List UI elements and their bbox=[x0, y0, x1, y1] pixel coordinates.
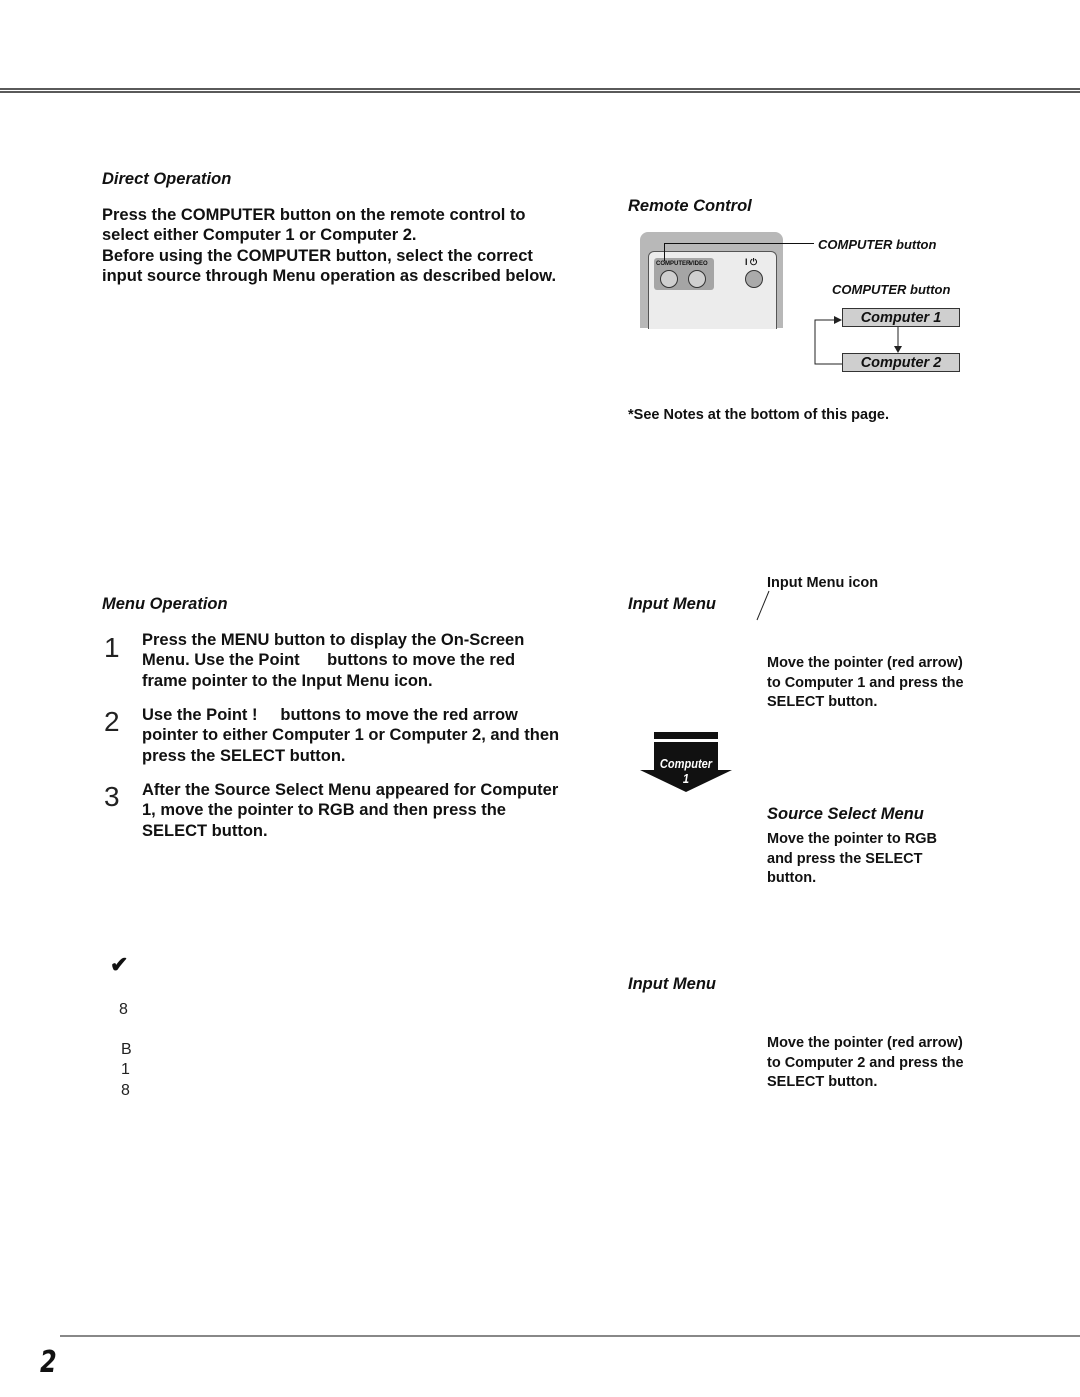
instruction-line: Move the pointer to RGB bbox=[767, 831, 937, 847]
computer-button[interactable] bbox=[660, 270, 678, 288]
note-glyph: 8 bbox=[121, 1082, 130, 1099]
step-line: Menu. Use the Point buttons to move the … bbox=[142, 651, 516, 670]
paragraph-line: Press the COMPUTER button on the remote … bbox=[102, 206, 526, 224]
source-select-menu-heading: Source Select Menu bbox=[767, 805, 924, 823]
see-notes-text: *See Notes at the bottom of this page. bbox=[628, 407, 890, 423]
step-number: 3 bbox=[104, 781, 120, 812]
computer-button-label: COMPUTER bbox=[656, 261, 691, 267]
instruction-line: SELECT button. bbox=[767, 1074, 878, 1090]
arrow-label-line: 1 bbox=[682, 771, 690, 786]
video-button-label: VIDEO bbox=[689, 261, 708, 267]
input-menu-heading: Input Menu bbox=[628, 595, 716, 613]
instruction-line: and press the SELECT bbox=[767, 850, 923, 867]
flow-arrows bbox=[814, 316, 902, 365]
video-button[interactable] bbox=[688, 270, 706, 288]
input-menu-heading: Input Menu bbox=[628, 975, 716, 993]
callout-leader-line bbox=[664, 243, 814, 244]
callout-leader-line bbox=[664, 243, 665, 261]
paragraph-line: select either Computer 1 or Computer 2. bbox=[102, 226, 417, 245]
header-rule bbox=[0, 91, 1080, 93]
step-text: Use the Point ! buttons to move the red … bbox=[142, 705, 602, 766]
paragraph-line: Before using the COMPUTER button, select… bbox=[102, 246, 533, 265]
source-select-instruction: Move the pointer to RGB and press the SE… bbox=[767, 830, 937, 889]
input-menu-instruction: Move the pointer (red arrow) to Computer… bbox=[767, 1034, 964, 1093]
step-number: 2 bbox=[104, 706, 120, 737]
callout-leader-line bbox=[756, 590, 770, 621]
step-line: pointer to either Computer 1 or Computer… bbox=[142, 726, 560, 745]
arrow-label-line: Computer bbox=[659, 756, 713, 771]
instruction-line: to Computer 2 and press the bbox=[767, 1054, 964, 1071]
step-line: After the Source Select Menu appeared fo… bbox=[142, 781, 559, 799]
step-text: After the Source Select Menu appeared fo… bbox=[142, 780, 602, 841]
down-arrow-label: Computer 1 bbox=[647, 756, 725, 786]
paragraph-line: input source through Menu operation as d… bbox=[102, 266, 557, 285]
step-line: 1, move the pointer to RGB and then pres… bbox=[142, 801, 506, 820]
step-line: Press the MENU button to display the On-… bbox=[142, 631, 525, 649]
input-menu-icon-callout: Input Menu icon bbox=[767, 575, 879, 591]
direct-operation-paragraph: Press the COMPUTER button on the remote … bbox=[102, 205, 602, 286]
step-text: Press the MENU button to display the On-… bbox=[142, 630, 602, 691]
instruction-line: button. bbox=[767, 870, 817, 886]
power-button[interactable] bbox=[745, 270, 763, 288]
note-glyph: 8 bbox=[119, 1001, 128, 1018]
step-number: 1 bbox=[104, 632, 120, 663]
computer-button-callout: COMPUTER button bbox=[818, 237, 937, 252]
instruction-line: Move the pointer (red arrow) bbox=[767, 655, 963, 671]
page-number: 2 bbox=[40, 1345, 57, 1380]
direct-operation-heading: Direct Operation bbox=[102, 170, 232, 188]
check-icon: ✔ bbox=[110, 952, 129, 977]
menu-operation-heading: Menu Operation bbox=[102, 595, 228, 613]
header-rule bbox=[0, 88, 1080, 90]
step-line: press the SELECT button. bbox=[142, 746, 346, 765]
instruction-line: to Computer 1 and press the bbox=[767, 674, 964, 691]
input-menu-instruction: Move the pointer (red arrow) to Computer… bbox=[767, 654, 964, 713]
note-glyph: 1 bbox=[121, 1061, 130, 1078]
step-line: Use the Point ! buttons to move the red … bbox=[142, 706, 518, 724]
step-line: frame pointer to the Input Menu icon. bbox=[142, 671, 433, 690]
instruction-line: SELECT button. bbox=[767, 694, 878, 710]
remote-control-heading: Remote Control bbox=[628, 197, 752, 215]
footer-rule bbox=[60, 1335, 1080, 1337]
instruction-line: Move the pointer (red arrow) bbox=[767, 1035, 963, 1051]
power-label: I ⏻ bbox=[745, 257, 758, 267]
step-line: SELECT button. bbox=[142, 821, 268, 840]
note-glyph: B bbox=[121, 1041, 132, 1058]
flow-title: COMPUTER button bbox=[832, 282, 951, 297]
